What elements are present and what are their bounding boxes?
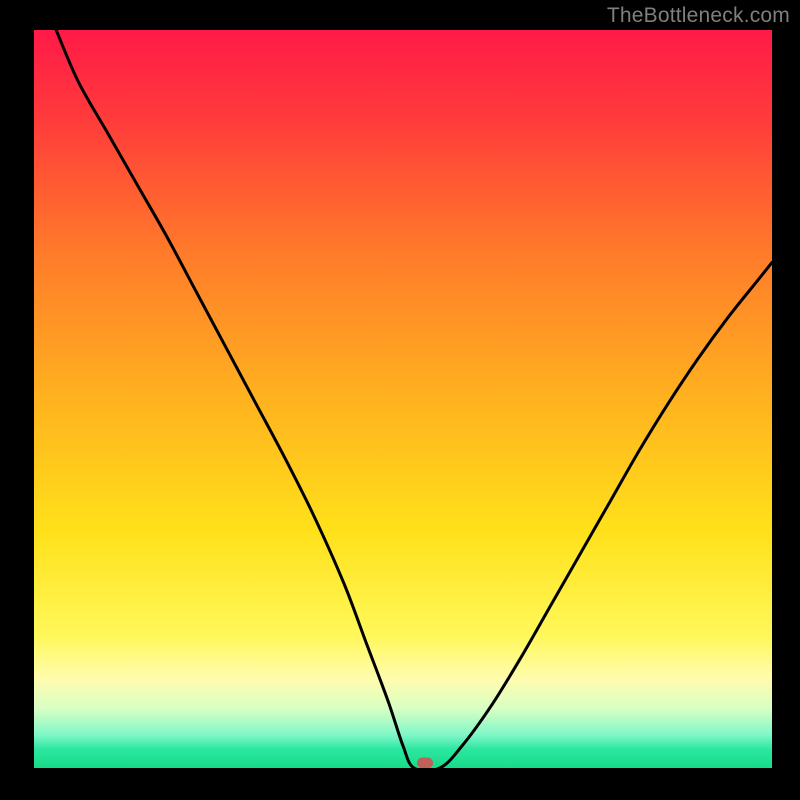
plot-area: [34, 30, 772, 768]
watermark-text: TheBottleneck.com: [607, 4, 790, 28]
chart-svg: [34, 30, 772, 768]
chart-frame: TheBottleneck.com: [0, 0, 800, 800]
balance-point-marker: [417, 757, 433, 768]
gradient-background: [34, 30, 772, 768]
